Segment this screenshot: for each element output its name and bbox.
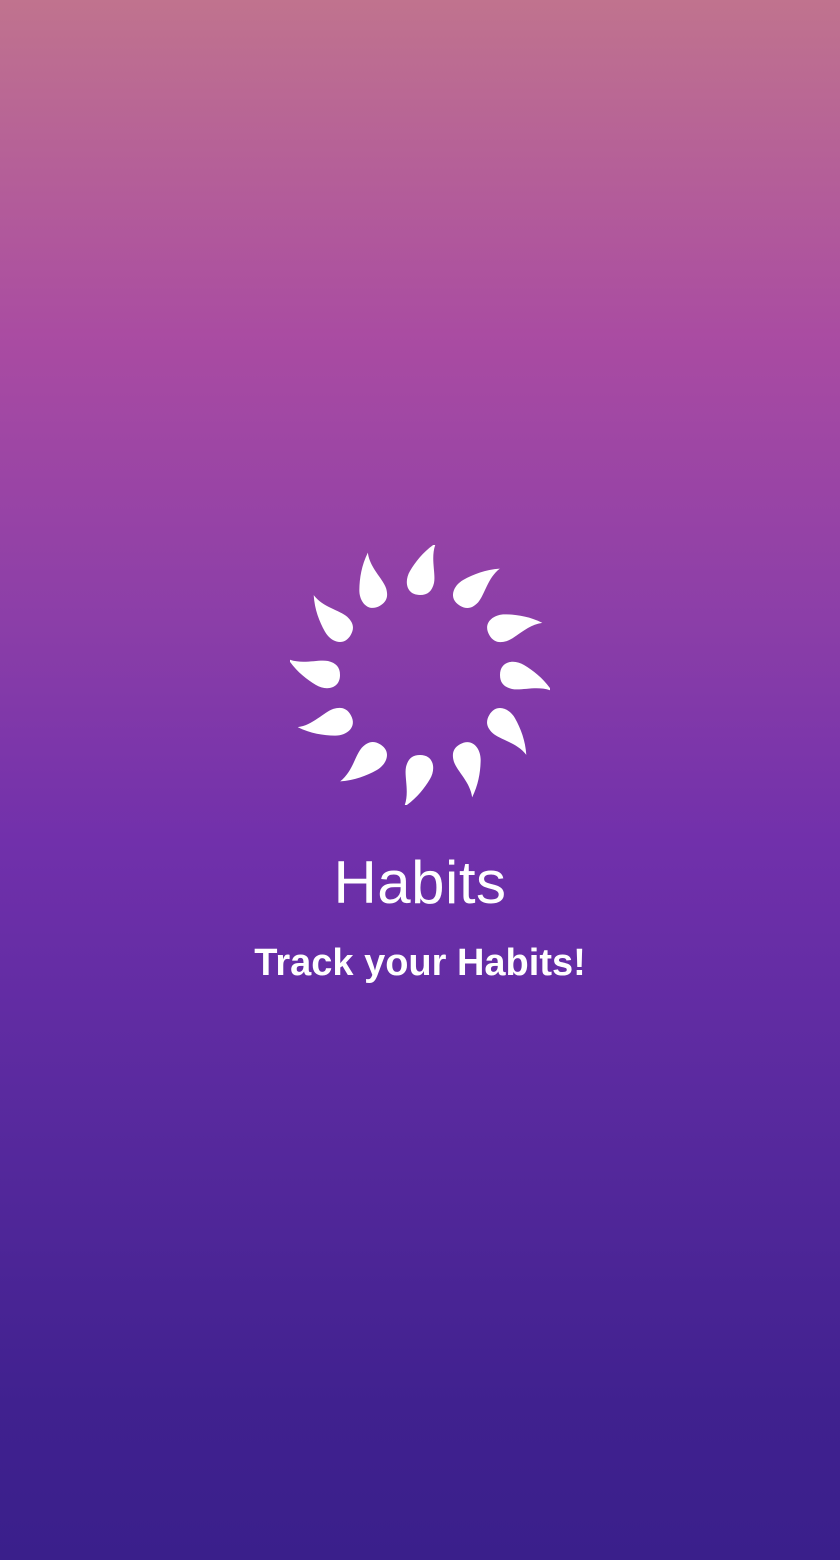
splash-screen: Habits Track your Habits! [0,0,840,1560]
app-tagline: Track your Habits! [254,942,586,984]
app-title: Habits [333,849,507,916]
swirl-droplets-icon [290,545,550,805]
